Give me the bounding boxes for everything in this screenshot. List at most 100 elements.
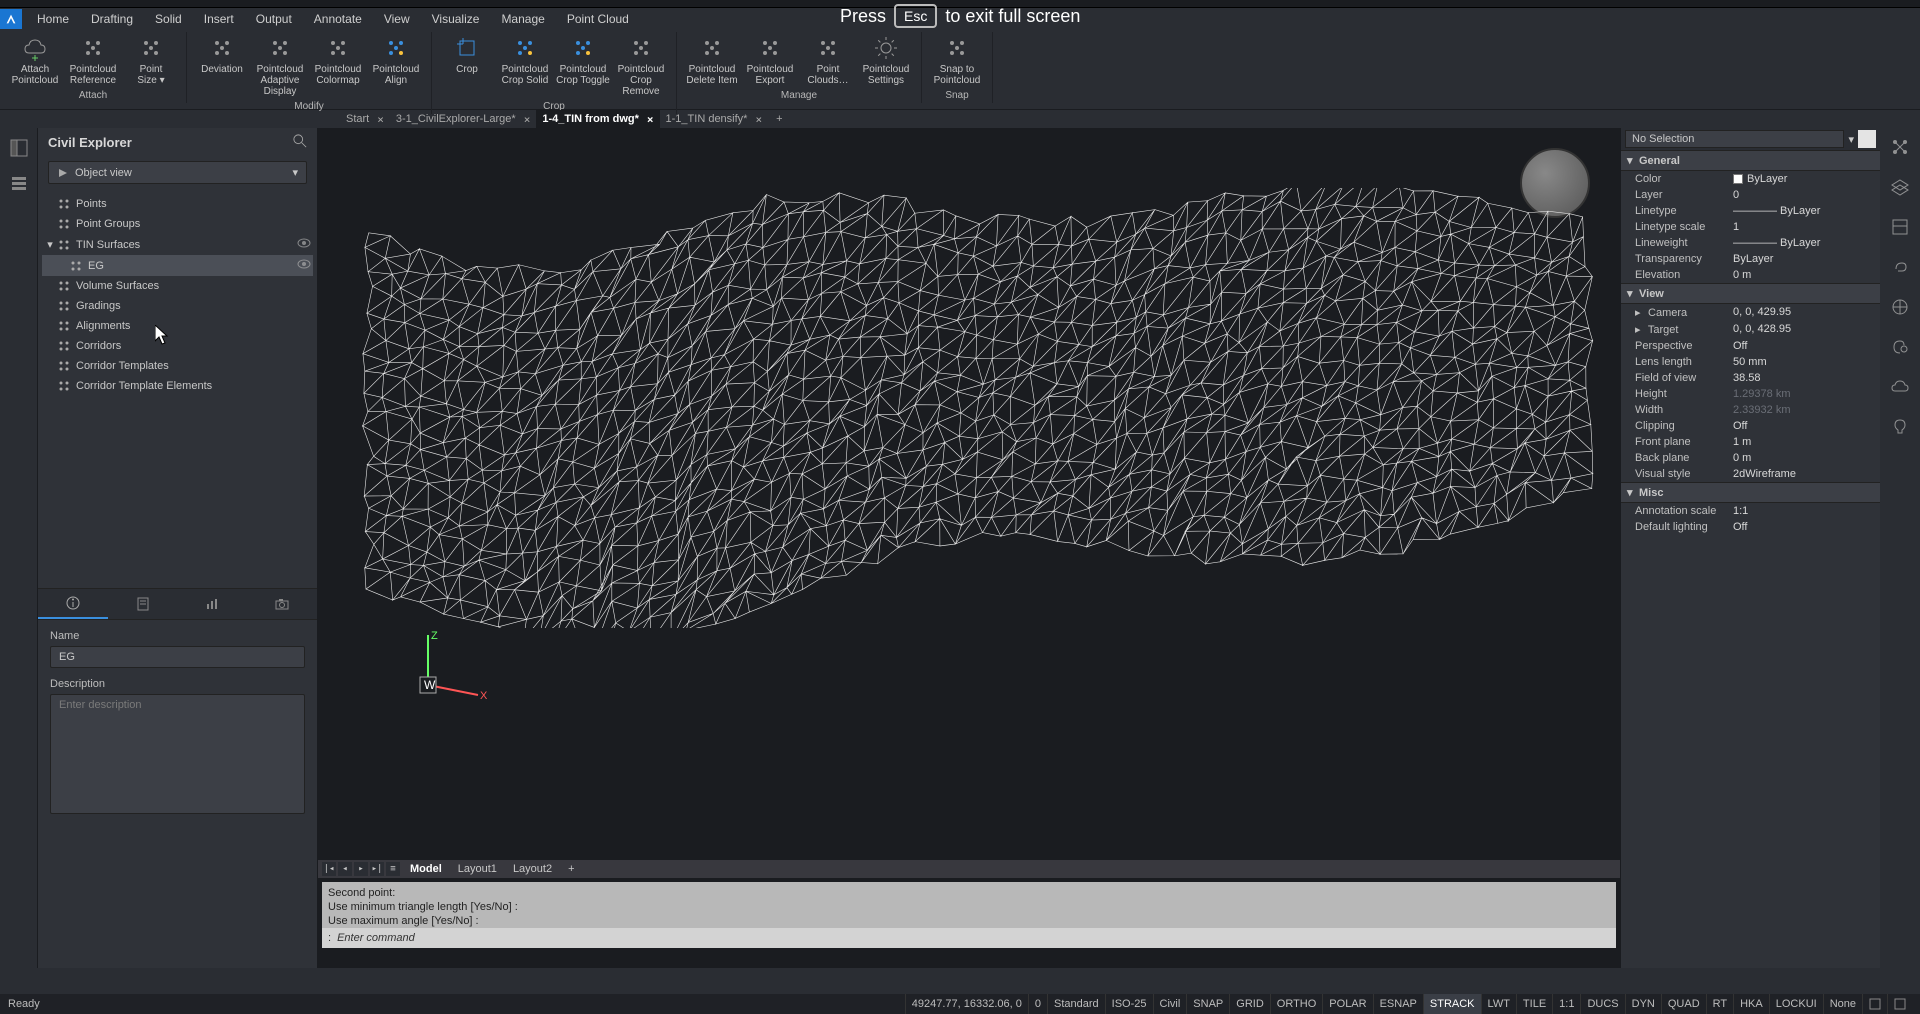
prop-target[interactable]: ▸ Target0, 0, 428.95 (1621, 321, 1880, 338)
collapse-icon[interactable]: ▾ (1627, 287, 1639, 300)
prop-perspective[interactable]: PerspectiveOff (1621, 338, 1880, 354)
close-icon[interactable]: × (647, 113, 654, 126)
doc-tab-start[interactable]: Start× (340, 110, 390, 128)
selection-filter[interactable]: No Selection (1625, 130, 1844, 148)
status-settings-icon[interactable] (1887, 994, 1912, 1014)
cloud-icon[interactable] (1887, 374, 1913, 400)
tree-corridor-templates[interactable]: Corridor Templates (42, 356, 313, 376)
status-coords[interactable]: 49247.77, 16332.06, 0 (905, 994, 1028, 1014)
prop-cat-general[interactable]: ▾General (1621, 150, 1880, 171)
close-icon[interactable]: × (755, 113, 762, 126)
app-logo[interactable] (0, 9, 22, 29)
status-quad[interactable]: QUAD (1661, 994, 1706, 1014)
tree-volume-surfaces[interactable]: Volume Surfaces (42, 276, 313, 296)
status-strack[interactable]: STRACK (1423, 994, 1481, 1014)
name-field[interactable]: EG (50, 646, 305, 668)
expand-icon[interactable]: ▸ (1635, 306, 1645, 319)
menu-manage[interactable]: Manage (490, 10, 555, 28)
tree-tin-surfaces[interactable]: ▾TIN Surfaces (42, 234, 313, 255)
crop-button[interactable]: Crop (438, 32, 496, 99)
drawing-explorer-icon[interactable] (5, 170, 33, 198)
close-icon[interactable]: × (377, 113, 384, 126)
command-input[interactable]: : Enter command (322, 928, 1616, 948)
status-hka[interactable]: HKA (1733, 994, 1769, 1014)
status-iso25[interactable]: ISO-25 (1105, 994, 1153, 1014)
pc-export-button[interactable]: PointcloudExport (741, 32, 799, 88)
doc-tab-add[interactable]: + (768, 110, 790, 128)
status-rt[interactable]: RT (1706, 994, 1733, 1014)
panel-config-icon[interactable] (1887, 134, 1913, 160)
layout-next-icon[interactable]: ▸ (354, 862, 368, 876)
prop-back-plane[interactable]: Back plane0 m (1621, 450, 1880, 466)
viewport[interactable]: Z X W |◂ ◂ ▸ ▸| ≡ Model Layout1 Layout2 … (318, 128, 1620, 968)
expand-icon[interactable]: ▾ (44, 238, 56, 251)
layout-prev-icon[interactable]: ◂ (338, 862, 352, 876)
doc-tab-3-1-civilexplorer-large-[interactable]: 3-1_CivilExplorer-Large*× (390, 110, 536, 128)
status-tile[interactable]: TILE (1516, 994, 1552, 1014)
description-field[interactable]: Enter description (50, 694, 305, 814)
layout1-tab[interactable]: Layout1 (450, 863, 505, 875)
status-civil[interactable]: Civil (1153, 994, 1187, 1014)
render-icon[interactable] (1887, 334, 1913, 360)
prop-front-plane[interactable]: Front plane1 m (1621, 434, 1880, 450)
prop-layer[interactable]: Layer0 (1621, 187, 1880, 203)
tree-gradings[interactable]: Gradings (42, 296, 313, 316)
status-esnap[interactable]: ESNAP (1373, 994, 1423, 1014)
prop-elevation[interactable]: Elevation0 m (1621, 267, 1880, 283)
prop-visual-style[interactable]: Visual style2dWireframe (1621, 466, 1880, 482)
search-icon[interactable] (293, 134, 307, 151)
visibility-icon[interactable] (297, 257, 311, 274)
menu-output[interactable]: Output (245, 10, 303, 28)
point-size-button[interactable]: PointSize ▾ (122, 32, 180, 88)
prop-clipping[interactable]: ClippingOff (1621, 418, 1880, 434)
select-similar-icon[interactable] (1858, 130, 1876, 148)
status-elevation[interactable]: 0 (1028, 994, 1047, 1014)
prop-transparency[interactable]: TransparencyByLayer (1621, 251, 1880, 267)
prop-cat-view[interactable]: ▾View (1621, 283, 1880, 304)
menu-drafting[interactable]: Drafting (80, 10, 144, 28)
doc-tab-1-1-tin-densify-[interactable]: 1-1_TIN densify*× (660, 110, 769, 128)
tips-icon[interactable] (1887, 414, 1913, 440)
pc-crop-toggle-button[interactable]: PointcloudCrop Toggle (554, 32, 612, 99)
prop-lens-length[interactable]: Lens length50 mm (1621, 354, 1880, 370)
snap-to-pc-button[interactable]: Snap toPointcloud (928, 32, 986, 88)
civil-explorer-toggle-icon[interactable] (5, 134, 33, 162)
menu-solid[interactable]: Solid (144, 10, 193, 28)
tree-alignments[interactable]: Alignments (42, 316, 313, 336)
status-layers-icon[interactable] (1862, 994, 1887, 1014)
pc-align-button[interactable]: PointcloudAlign (367, 32, 425, 99)
layout-last-icon[interactable]: ▸| (370, 862, 384, 876)
status-lwt[interactable]: LWT (1481, 994, 1516, 1014)
layout2-tab[interactable]: Layout2 (505, 863, 560, 875)
pc-crop-solid-button[interactable]: PointcloudCrop Solid (496, 32, 554, 99)
prop-lineweight[interactable]: Lineweight———— ByLayer (1621, 235, 1880, 251)
definition-tab[interactable] (108, 589, 178, 619)
status-11[interactable]: 1:1 (1552, 994, 1580, 1014)
prop-field-of-view[interactable]: Field of view38.58 (1621, 370, 1880, 386)
tree-corridors[interactable]: Corridors (42, 336, 313, 356)
model-tab[interactable]: Model (402, 863, 450, 875)
status-none[interactable]: None (1823, 994, 1862, 1014)
menu-view[interactable]: View (373, 10, 421, 28)
snapshot-tab[interactable] (247, 589, 317, 619)
tree-point-groups[interactable]: Point Groups (42, 214, 313, 234)
status-dyn[interactable]: DYN (1625, 994, 1661, 1014)
deviation-button[interactable]: Deviation (193, 32, 251, 99)
prop-width[interactable]: Width2.33932 km (1621, 402, 1880, 418)
attachments-icon[interactable] (1887, 254, 1913, 280)
status-grid[interactable]: GRID (1229, 994, 1270, 1014)
statistics-tab[interactable] (178, 589, 248, 619)
view-mode-select[interactable]: Object view ▾ (48, 161, 307, 184)
layers-panel-icon[interactable] (1887, 174, 1913, 200)
status-ducs[interactable]: DUCS (1580, 994, 1624, 1014)
expand-icon[interactable]: ▸ (1635, 323, 1645, 336)
prop-height[interactable]: Height1.29378 km (1621, 386, 1880, 402)
tool-palettes-icon[interactable] (1887, 214, 1913, 240)
prop-linetype-scale[interactable]: Linetype scale1 (1621, 219, 1880, 235)
point-clouds-button[interactable]: PointClouds… (799, 32, 857, 88)
pointcloud-reference-button[interactable]: PointcloudReference (64, 32, 122, 88)
prop-linetype[interactable]: Linetype———— ByLayer (1621, 203, 1880, 219)
status-lockui[interactable]: LOCKUI (1769, 994, 1823, 1014)
pc-adaptive-button[interactable]: PointcloudAdaptive Display (251, 32, 309, 99)
pc-crop-remove-button[interactable]: PointcloudCrop Remove (612, 32, 670, 99)
